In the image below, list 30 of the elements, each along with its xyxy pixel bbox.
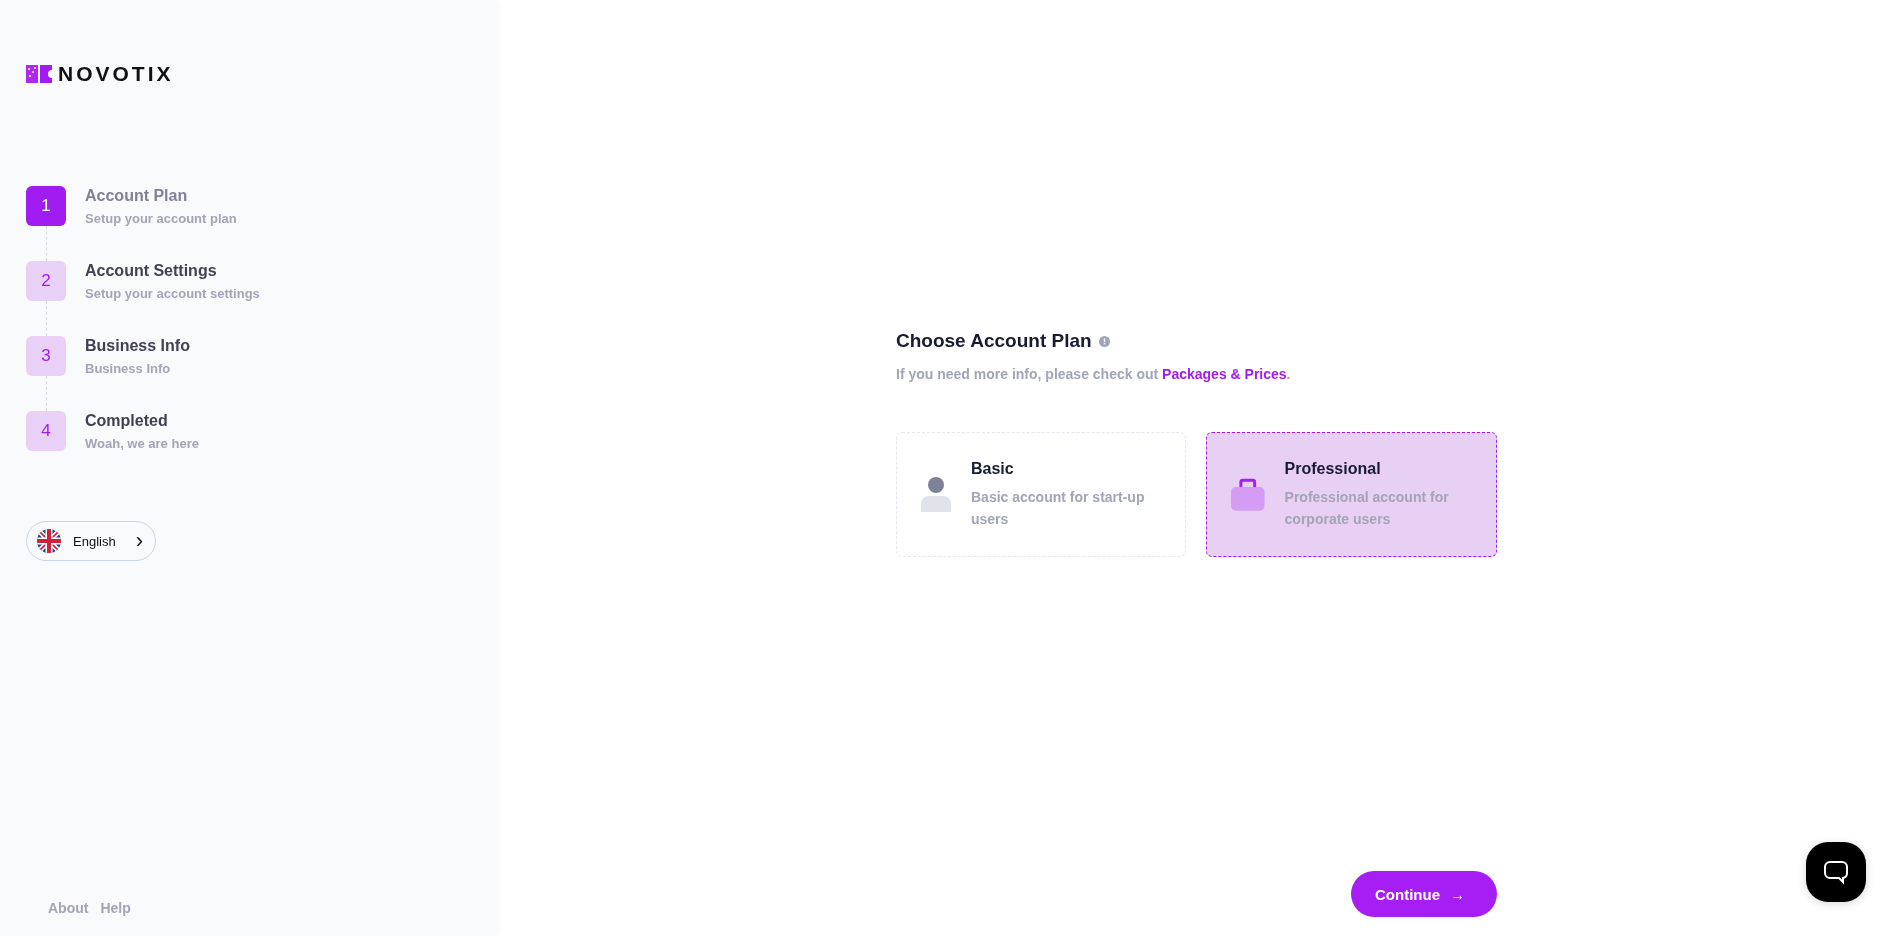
step-number: 3 (26, 336, 66, 376)
step-subtitle: Business Info (85, 361, 172, 376)
plan-description: Basic account for start-up users (971, 487, 1146, 529)
step-title: Business Info (85, 337, 190, 355)
step-number: 1 (26, 186, 66, 226)
logo-wordmark: NOVOTIX (58, 62, 174, 86)
plan-option[interactable]: Professional Professional account for corporate users (1206, 432, 1497, 557)
step-title: Account Settings (85, 262, 218, 280)
ticket-logo-icon (26, 64, 52, 84)
step-subtitle: Woah, we are here (85, 436, 199, 451)
step-title: Completed (85, 412, 169, 430)
continue-button[interactable]: Continue → (1351, 871, 1497, 917)
plan-title: Basic (971, 459, 1015, 478)
user-icon (921, 475, 951, 514)
page-heading: Choose Account Plan (896, 330, 1092, 352)
plan-title: Professional (1284, 459, 1382, 478)
chat-button[interactable] (1806, 842, 1866, 902)
step-title: Account Plan (85, 187, 189, 205)
step-number: 2 (26, 261, 66, 301)
step-subtitle: Setup your account plan (85, 211, 237, 226)
plan-description: Professional account for corporate users (1284, 487, 1450, 529)
plan-option[interactable]: Basic Basic account for start-up users (896, 432, 1186, 557)
step-number: 4 (26, 411, 66, 451)
packages-link[interactable]: Packages & Prices (1162, 366, 1287, 382)
step-subtitle: Setup your account settings (85, 286, 260, 301)
speech-bubble-icon (1823, 859, 1849, 885)
info-icon (1098, 335, 1110, 347)
uk-flag-icon (37, 529, 61, 553)
heading-subtitle: If you need more info, please check out Packages & Prices. (896, 366, 1292, 382)
briefcase-icon (1231, 477, 1265, 512)
